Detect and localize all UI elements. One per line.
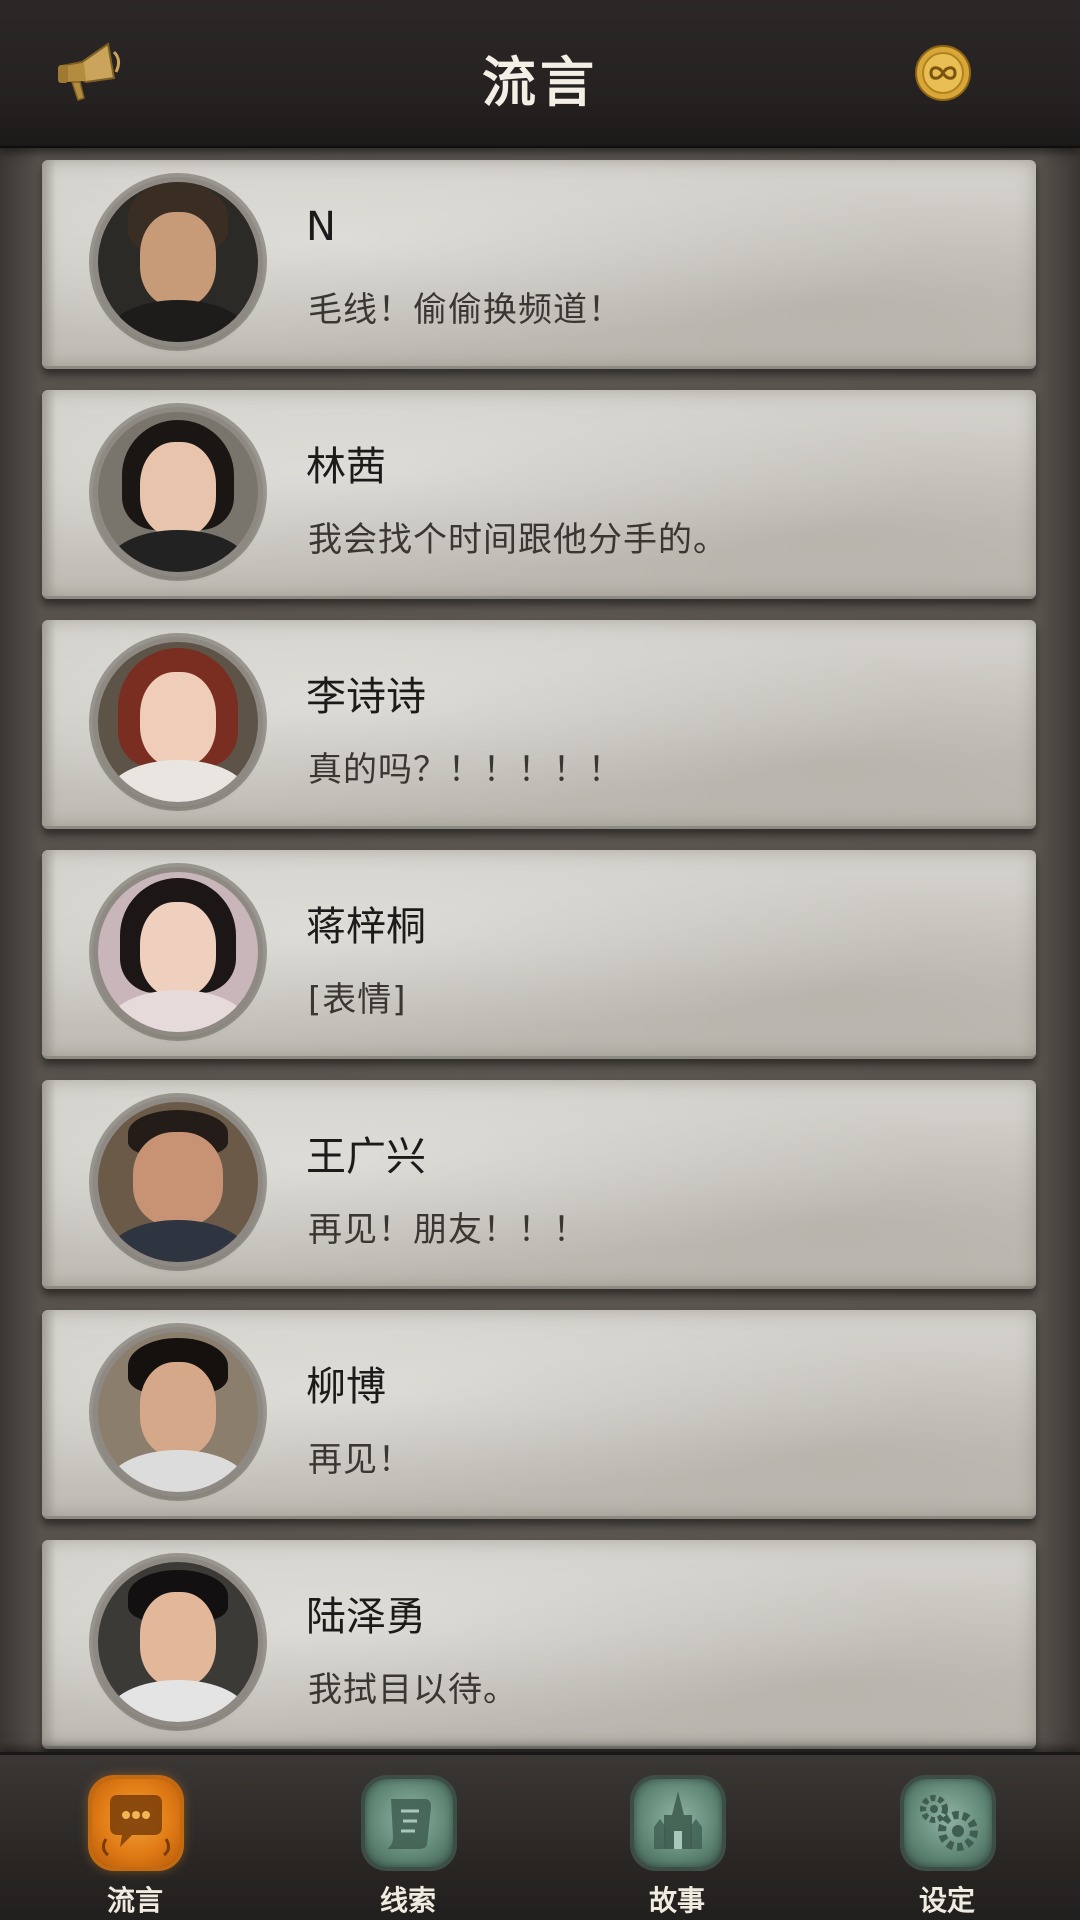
avatar: [98, 1332, 258, 1492]
infinity-coin-icon[interactable]: [914, 44, 972, 102]
message-preview: [表情]: [308, 980, 407, 1020]
message-card[interactable]: N 毛线！偷偷换频道！: [42, 160, 1036, 369]
message-preview: 我会找个时间跟他分手的。: [308, 520, 728, 560]
message-preview: 我拭目以待。: [308, 1670, 518, 1710]
message-preview: 再见！: [308, 1440, 413, 1480]
avatar: [98, 1562, 258, 1722]
tab-rumors[interactable]: 流言: [80, 1779, 190, 1919]
contact-name: 王广兴: [306, 1134, 426, 1180]
tab-label: 流言: [106, 1884, 163, 1917]
tab-label: 设定: [918, 1884, 975, 1917]
tab-label: 故事: [648, 1884, 705, 1917]
chat-bubble-icon: [92, 1779, 180, 1867]
contact-name: 林茜: [306, 444, 386, 490]
message-card[interactable]: 林茜 我会找个时间跟他分手的。: [42, 390, 1036, 599]
message-list: N 毛线！偷偷换频道！ 林茜 我会找个时间跟他分手的。 李诗诗 真的吗？！！！！…: [0, 150, 1080, 1750]
contact-name: 柳博: [306, 1364, 386, 1410]
message-card[interactable]: 李诗诗 真的吗？！！！！！: [42, 620, 1036, 829]
message-preview: 再见！朋友！！！: [308, 1210, 588, 1250]
tab-settings[interactable]: 设定: [892, 1779, 1002, 1919]
tab-story[interactable]: 故事: [622, 1779, 732, 1919]
tab-label: 线索: [379, 1884, 436, 1917]
message-preview: 毛线！偷偷换频道！: [308, 290, 623, 330]
app-root: 流言 N 毛线！偷偷换频道！ 林茜 我会找个时间跟他分手的。 李诗诗 真的吗？！…: [0, 0, 1080, 1920]
bottom-nav: 流言 线索 故事 设定: [0, 1752, 1080, 1920]
castle-icon: [634, 1779, 722, 1867]
message-preview: 真的吗？！！！！！: [308, 750, 623, 790]
avatar: [98, 1102, 258, 1262]
message-card[interactable]: 陆泽勇 我拭目以待。: [42, 1540, 1036, 1749]
message-card[interactable]: 柳博 再见！: [42, 1310, 1036, 1519]
scroll-icon: [365, 1779, 453, 1867]
avatar: [98, 872, 258, 1032]
top-bar: 流言: [0, 0, 1080, 148]
avatar: [98, 412, 258, 572]
contact-name: 李诗诗: [306, 674, 426, 720]
gears-icon: [904, 1779, 992, 1867]
message-card[interactable]: 王广兴 再见！朋友！！！: [42, 1080, 1036, 1289]
contact-name: 蒋梓桐: [306, 904, 426, 950]
tab-clues[interactable]: 线索: [353, 1779, 463, 1919]
avatar: [98, 182, 258, 342]
message-card[interactable]: 蒋梓桐 [表情]: [42, 850, 1036, 1059]
contact-name: 陆泽勇: [306, 1594, 426, 1640]
contact-name: N: [306, 204, 336, 250]
avatar: [98, 642, 258, 802]
